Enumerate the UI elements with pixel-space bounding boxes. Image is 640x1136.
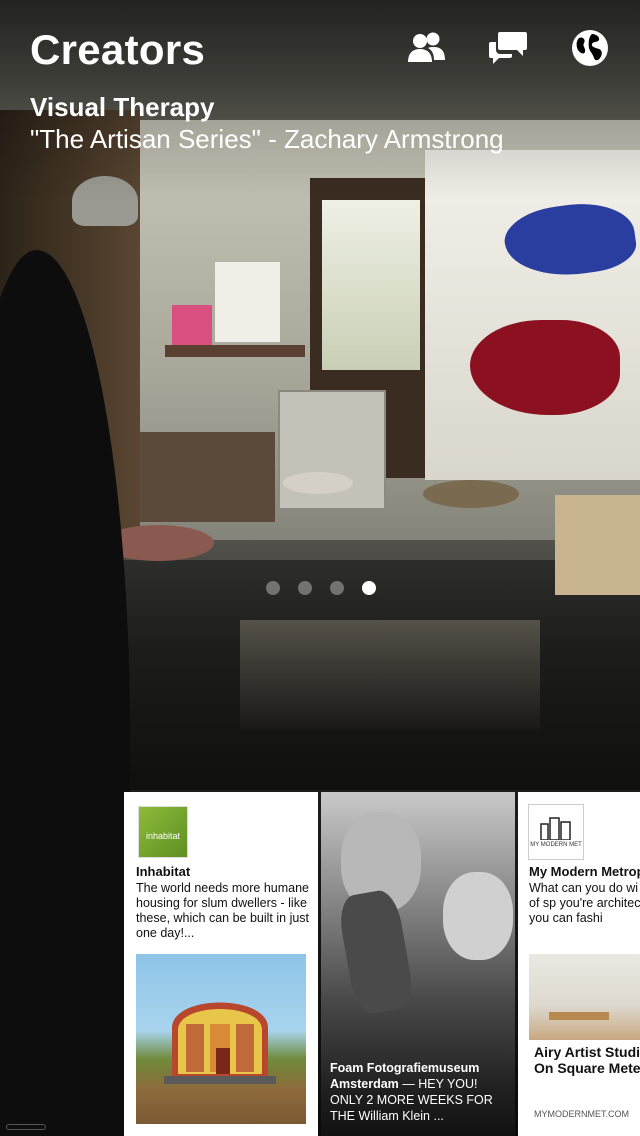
floor-reflection	[240, 620, 540, 730]
page-dot[interactable]	[266, 581, 280, 595]
people-icon[interactable]	[406, 28, 446, 68]
header-actions	[406, 28, 610, 68]
side-table	[555, 495, 640, 595]
scroll-handle[interactable]	[6, 1124, 46, 1130]
page-title: Creators	[30, 26, 206, 73]
toy-gun	[336, 887, 416, 1017]
page-dot[interactable]	[298, 581, 312, 595]
globe-icon[interactable]	[570, 28, 610, 68]
feature-caption[interactable]: "The Artisan Series" - Zachary Armstrong	[30, 124, 504, 155]
desk	[549, 1012, 609, 1020]
card-source: Inhabitat	[136, 864, 191, 879]
buildings-icon	[540, 817, 571, 840]
feature-category[interactable]: Visual Therapy	[30, 92, 215, 123]
page-dot-active[interactable]	[362, 581, 376, 595]
article-card-mymodernmet[interactable]: MY MODERN MET My Modern Metrop What can …	[518, 792, 640, 1136]
logo-text: inhabitat	[145, 831, 181, 841]
card-source: My Modern Metrop	[529, 864, 640, 879]
chat-bubbles-icon[interactable]	[488, 28, 528, 68]
article-card-foam[interactable]: Foam Fotografiemuseum Amsterdam — HEY YO…	[321, 792, 515, 1136]
inhabitat-logo: inhabitat	[138, 806, 188, 858]
card-caption: Foam Fotografiemuseum Amsterdam — HEY YO…	[330, 1060, 510, 1124]
card-blurb: What can you do wi square meters of sp y…	[529, 881, 640, 925]
page-indicator[interactable]	[266, 581, 376, 595]
mymodernmet-logo: MY MODERN MET	[528, 804, 584, 860]
card-blurb: The world needs more humane housing for …	[136, 881, 310, 940]
card-domain: MYMODERNMET.COM	[534, 1109, 629, 1119]
red-dinosaur-painting	[470, 320, 620, 415]
card-image-studio	[529, 954, 640, 1040]
studio-window	[322, 200, 420, 370]
article-card-inhabitat[interactable]: inhabitat Inhabitat The world needs more…	[124, 792, 318, 1136]
desk	[140, 432, 275, 522]
stool	[423, 480, 519, 508]
page-dot[interactable]	[330, 581, 344, 595]
white-board	[215, 262, 280, 342]
shelf	[165, 345, 305, 357]
shelter-hut-image	[164, 1002, 276, 1084]
logo-text: MY MODERN MET	[530, 842, 582, 848]
boy-face	[443, 872, 513, 960]
pink-box	[172, 305, 212, 345]
stool	[283, 472, 353, 494]
card-image-shelter	[136, 954, 306, 1124]
card-headline: Airy Artist Studi Larger Than On Square …	[534, 1044, 640, 1076]
